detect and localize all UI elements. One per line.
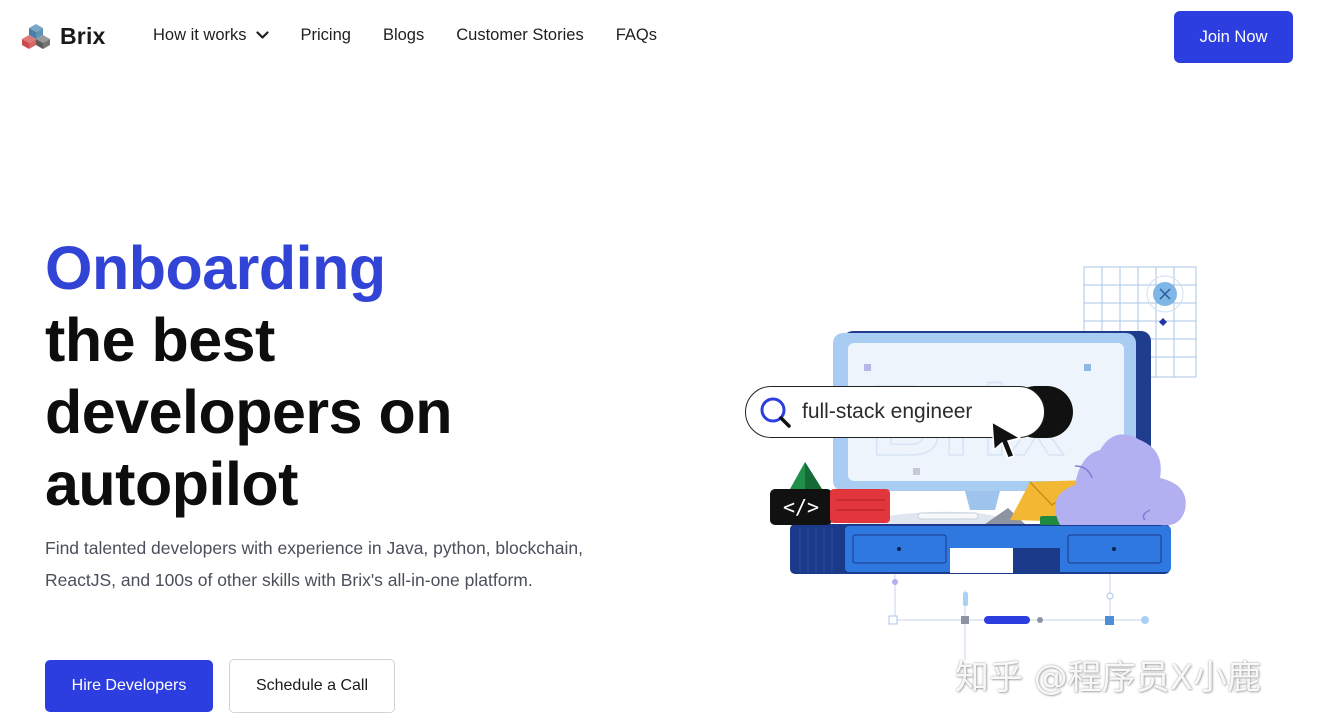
nav-item-customer-stories[interactable]: Customer Stories xyxy=(456,26,583,45)
cubes-logo-icon xyxy=(22,24,50,49)
hire-developers-button[interactable]: Hire Developers xyxy=(45,660,213,712)
nav-item-how-it-works[interactable]: How it works xyxy=(153,26,269,45)
search-query-text: full-stack engineer xyxy=(802,400,973,423)
nav-item-label: Pricing xyxy=(300,26,351,44)
nav-item-label: FAQs xyxy=(615,26,657,44)
watermark-text: 知乎 @程序员X小鹿 xyxy=(955,658,1262,698)
nav-item-faqs[interactable]: FAQs xyxy=(616,26,657,45)
code-tag-text: </> xyxy=(783,495,819,519)
join-now-button[interactable]: Join Now xyxy=(1174,11,1293,63)
nav-item-label: Customer Stories xyxy=(456,26,584,44)
chevron-down-icon xyxy=(255,31,269,39)
desk xyxy=(790,524,1171,574)
nav-links: How it works Pricing Blogs Customer Stor… xyxy=(153,26,689,45)
hero-subtitle: Find talented developers with experience… xyxy=(45,538,583,590)
brand-name: Brix xyxy=(60,22,106,49)
schedule-call-button[interactable]: Schedule a Call xyxy=(229,659,395,713)
nav-item-label: Blogs xyxy=(382,26,425,44)
search-icon xyxy=(760,397,791,428)
hero-illustration: Brix </> xyxy=(770,266,1197,660)
nav-item-pricing[interactable]: Pricing xyxy=(301,26,351,45)
hero-title: Onboarding the best developers on autopi… xyxy=(45,232,605,520)
hero-title-line: autopilot xyxy=(45,450,299,518)
hero-title-line: developers on xyxy=(45,378,453,446)
brand-logo[interactable]: Brix xyxy=(22,22,106,50)
nav-item-label: How it works xyxy=(153,26,247,44)
top-navigation: Brix How it works Pricing Blogs Customer… xyxy=(0,0,1331,76)
cursor-pointer-icon xyxy=(991,420,1022,459)
nav-item-blogs[interactable]: Blogs xyxy=(383,26,424,45)
hero-title-line: the best xyxy=(45,306,275,374)
landing-page: Brix How it works Pricing Blogs Customer… xyxy=(0,0,1331,726)
hero-title-accent: Onboarding xyxy=(45,234,386,302)
